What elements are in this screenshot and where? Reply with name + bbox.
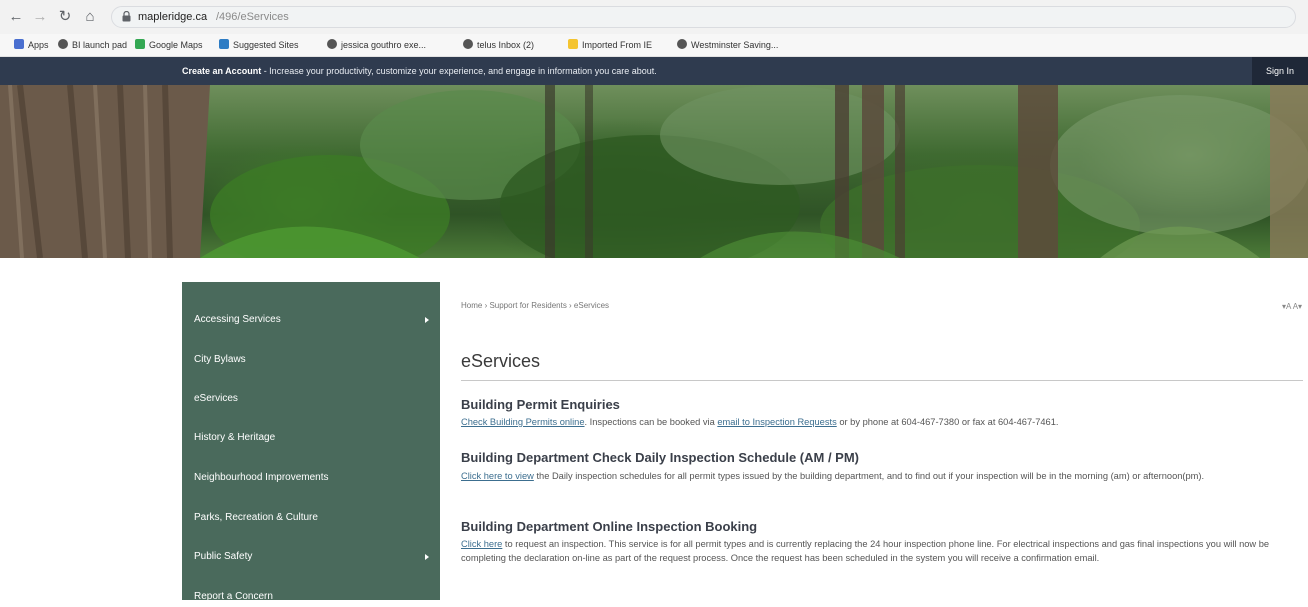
- section-heading-online-inspection-booking: Building Department Online Inspection Bo…: [461, 519, 758, 534]
- bookmark-apps[interactable]: Apps: [14, 38, 49, 52]
- bookmark-westminster-savings[interactable]: Westminster Saving...: [677, 38, 778, 52]
- bookmark-suggested-sites[interactable]: Suggested Sites: [219, 38, 299, 52]
- maps-icon: [135, 39, 145, 49]
- hero-banner-image: [0, 85, 1308, 258]
- chevron-right-icon: [425, 317, 429, 323]
- sidebar-item-city-bylaws[interactable]: City Bylaws: [194, 350, 434, 370]
- globe-icon: [327, 39, 337, 49]
- sign-in-button[interactable]: Sign In: [1252, 57, 1308, 85]
- sidebar-item-report-a-concern[interactable]: Report a Concern: [194, 587, 434, 607]
- section-text-online-inspection-booking: Click here to request an inspection. Thi…: [461, 539, 1270, 563]
- check-building-permits-link[interactable]: Check Building Permits online: [461, 417, 585, 427]
- address-bar[interactable]: mapleridge.ca /496/eServices: [111, 6, 1296, 28]
- account-description: - Increase your productivity, customize …: [261, 66, 657, 76]
- text-size-control[interactable]: ▾A A▾: [1282, 302, 1302, 311]
- sidebar-item-parks-recreation-culture[interactable]: Parks, Recreation & Culture: [194, 508, 434, 528]
- sidebar-nav: Accessing Services City Bylaws eServices…: [182, 282, 440, 602]
- folder-icon: [568, 39, 578, 49]
- home-icon[interactable]: ⌂: [80, 7, 100, 27]
- section-heading-daily-inspection-schedule: Building Department Check Daily Inspecti…: [461, 450, 859, 465]
- breadcrumb[interactable]: Home › Support for Residents › eServices: [461, 301, 609, 310]
- create-account-link[interactable]: Create an Account: [182, 66, 261, 76]
- chevron-right-icon: [425, 554, 429, 560]
- email-inspection-requests-link[interactable]: email to Inspection Requests: [717, 417, 836, 427]
- bookmark-bi-launch-pad[interactable]: BI launch pad: [58, 38, 127, 52]
- globe-icon: [677, 39, 687, 49]
- forward-icon[interactable]: →: [30, 7, 50, 27]
- section-text-daily-inspection-schedule: Click here to view the Daily inspection …: [461, 471, 1205, 481]
- url-path: /496/eServices: [216, 11, 289, 23]
- section-text-building-permit-enquiries: Check Building Permits online. Inspectio…: [461, 417, 1059, 427]
- sidebar-item-neighbourhood-improvements[interactable]: Neighbourhood Improvements: [194, 468, 434, 488]
- sidebar-item-eservices[interactable]: eServices: [194, 389, 434, 409]
- globe-icon: [58, 39, 68, 49]
- browser-toolbar: ← → ↻ ⌂ mapleridge.ca /496/eServices: [0, 0, 1308, 35]
- site-account-bar: Create an Account - Increase your produc…: [0, 57, 1308, 85]
- forest-illustration: [0, 85, 1308, 258]
- lock-icon: [122, 10, 132, 23]
- account-message: Create an Account - Increase your produc…: [182, 66, 657, 76]
- title-divider: [461, 380, 1303, 381]
- sidebar-item-accessing-services[interactable]: Accessing Services: [194, 310, 434, 330]
- bookmarks-bar: Apps BI launch pad Google Maps Suggested…: [0, 34, 1308, 57]
- sidebar-item-history-heritage[interactable]: History & Heritage: [194, 428, 434, 448]
- url-host: mapleridge.ca: [138, 11, 208, 23]
- page-title: eServices: [461, 351, 541, 371]
- reload-icon[interactable]: ↻: [55, 7, 75, 27]
- bookmark-google-maps[interactable]: Google Maps: [135, 38, 203, 52]
- suggested-sites-icon: [219, 39, 229, 49]
- bookmark-imported-from-ie[interactable]: Imported From IE: [568, 38, 652, 52]
- bookmark-telus-inbox[interactable]: telus Inbox (2): [463, 38, 534, 52]
- click-here-request-inspection-link[interactable]: Click here: [461, 539, 502, 549]
- apps-grid-icon: [14, 39, 24, 49]
- click-here-to-view-link[interactable]: Click here to view: [461, 471, 534, 481]
- globe-icon: [463, 39, 473, 49]
- bookmark-jessica[interactable]: jessica gouthro exe...: [327, 38, 426, 52]
- sidebar-item-public-safety[interactable]: Public Safety: [194, 547, 434, 567]
- section-heading-building-permit-enquiries: Building Permit Enquiries: [461, 397, 620, 412]
- back-icon[interactable]: ←: [6, 7, 26, 27]
